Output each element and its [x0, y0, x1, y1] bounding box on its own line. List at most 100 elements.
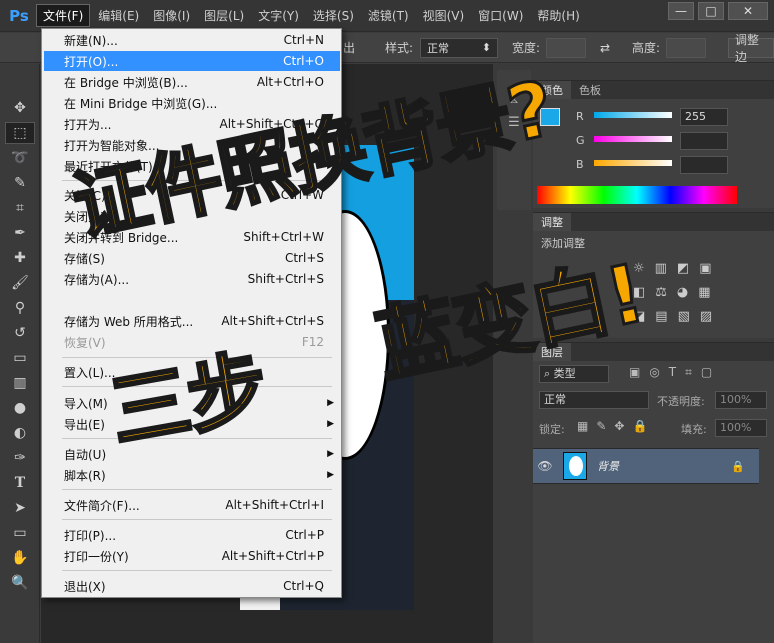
hand-tool-icon[interactable]: ✋ — [5, 547, 35, 569]
refine-edge-button[interactable]: 调整边 — [728, 33, 774, 64]
menu-item-save-for-web[interactable]: 存储为 Web 所用格式... Alt+Shift+Ctrl+S — [44, 311, 340, 331]
minimize-button[interactable]: — — [668, 2, 694, 20]
layer-thumbnail — [563, 452, 587, 480]
menu-item-shortcut: Shift+Ctrl+S — [247, 272, 324, 286]
menu-item-label: 新建(N)... — [64, 33, 118, 48]
brush-tool-icon[interactable]: 🖌 — [5, 272, 35, 294]
rectangle-tool-icon[interactable]: ▭ — [5, 522, 35, 544]
healing-brush-tool-icon[interactable]: ✚ — [5, 247, 35, 269]
lock-icon: 🔒 — [731, 459, 745, 473]
menu-item-file-info[interactable]: 文件简介(F)... Alt+Shift+Ctrl+I — [44, 495, 340, 515]
menu-type[interactable]: 文字(Y) — [252, 5, 305, 26]
menu-item-new[interactable]: 新建(N)... Ctrl+N — [44, 30, 340, 50]
menu-item-shortcut: Ctrl+Q — [283, 579, 324, 593]
layer-row-background[interactable]: 👁 背景 🔒 — [533, 448, 759, 484]
tools-panel: ✥ ⬚ ➰ ✎ ⌗ ✒ ✚ 🖌 ⚲ ↺ ▭ ▥ ● ◐ ✑ T ➤ ▭ ✋ 🔍 — [0, 64, 40, 643]
menu-item-label: 导出(E) — [64, 417, 105, 432]
menu-item-save-as[interactable]: 存储为(A)... Shift+Ctrl+S — [44, 269, 340, 289]
search-icon: ⌕ — [544, 367, 551, 380]
blend-mode-select[interactable]: 正常 — [539, 391, 649, 409]
menu-item-label: 自动(U) — [64, 447, 107, 462]
menu-item-shortcut: Alt+Shift+Ctrl+P — [221, 549, 324, 563]
color-spectrum-bar[interactable] — [537, 186, 737, 204]
height-input[interactable] — [666, 37, 706, 58]
menu-item-label: 打印一份(Y) — [64, 549, 129, 564]
menu-view[interactable]: 视图(V) — [417, 5, 471, 26]
fill-input[interactable]: 100% — [715, 419, 767, 437]
menu-item-label: 导入(M) — [64, 396, 108, 411]
layers-panel: 图层 ⌕ 类型 ▣◎T⌗▢ 正常 不透明度: 100% 锁定: ▦✎✥🔒 填充:… — [533, 342, 774, 643]
b-slider[interactable] — [594, 160, 672, 166]
menu-item-exit[interactable]: 退出(X) Ctrl+Q — [44, 576, 340, 596]
menu-item-label: 在 Bridge 中浏览(B)... — [64, 75, 188, 90]
layer-name: 背景 — [597, 460, 619, 473]
submenu-arrow-icon: ▶ — [327, 398, 334, 408]
r-value[interactable]: 255 — [680, 108, 728, 126]
menu-file[interactable]: 文件(F) — [36, 4, 91, 27]
marquee-tool-icon[interactable]: ⬚ — [5, 122, 35, 144]
b-value[interactable] — [680, 156, 728, 174]
close-button[interactable]: ✕ — [728, 2, 768, 20]
adjustment-icons-row-2[interactable]: ◧⚖◕▦ — [633, 285, 721, 300]
options-out-label: 出 — [343, 41, 356, 55]
path-select-tool-icon[interactable]: ➤ — [5, 497, 35, 519]
eye-icon[interactable]: 👁 — [533, 459, 557, 473]
pen-tool-icon[interactable]: ✑ — [5, 447, 35, 469]
type-tool-icon[interactable]: T — [5, 472, 35, 494]
dodge-tool-icon[interactable]: ◐ — [5, 422, 35, 444]
menu-item-label: 脚本(R) — [64, 468, 106, 483]
menu-separator — [62, 570, 332, 571]
eraser-tool-icon[interactable]: ▭ — [5, 347, 35, 369]
fill-label: 填充: — [681, 423, 707, 436]
crop-tool-icon[interactable]: ⌗ — [5, 197, 35, 219]
menu-item-browse-bridge[interactable]: 在 Bridge 中浏览(B)... Alt+Ctrl+O — [44, 72, 340, 92]
r-slider[interactable] — [594, 112, 672, 118]
opacity-label: 不透明度: — [657, 395, 705, 408]
lasso-tool-icon[interactable]: ➰ — [5, 147, 35, 169]
menu-edit[interactable]: 编辑(E) — [92, 5, 145, 26]
menu-item-label: 退出(X) — [64, 579, 106, 594]
menu-item-shortcut: Ctrl+N — [283, 33, 324, 47]
zoom-tool-icon[interactable]: 🔍 — [5, 572, 35, 594]
menu-item-print-one-copy[interactable]: 打印一份(Y) Alt+Shift+Ctrl+P — [44, 546, 340, 566]
menu-image[interactable]: 图像(I) — [147, 5, 196, 26]
swap-icon[interactable]: ⇄ — [600, 41, 610, 55]
layer-filter-select[interactable]: ⌕ 类型 — [539, 365, 609, 383]
layer-filter-value: 类型 — [553, 367, 576, 380]
menu-separator — [62, 519, 332, 520]
g-value[interactable] — [680, 132, 728, 150]
tab-swatches[interactable]: 色板 — [571, 81, 609, 99]
menu-item-shortcut: Ctrl+P — [285, 528, 324, 542]
g-label: G — [576, 134, 585, 147]
menu-help[interactable]: 帮助(H) — [531, 5, 585, 26]
menu-select[interactable]: 选择(S) — [307, 5, 360, 26]
history-brush-tool-icon[interactable]: ↺ — [5, 322, 35, 344]
menu-filter[interactable]: 滤镜(T) — [362, 5, 415, 26]
menu-item-label: 恢复(V) — [64, 335, 106, 350]
g-slider[interactable] — [594, 136, 672, 142]
gradient-tool-icon[interactable]: ▥ — [5, 372, 35, 394]
adjustment-icons-row-1[interactable]: ☼▥◩▣ — [633, 261, 722, 276]
menu-layer[interactable]: 图层(L) — [198, 5, 250, 26]
restore-button[interactable]: □ — [698, 2, 724, 20]
menu-item-print[interactable]: 打印(P)... Ctrl+P — [44, 525, 340, 545]
lock-label: 锁定: — [539, 423, 565, 436]
style-select[interactable]: 正常 ⬍ — [420, 37, 498, 58]
move-tool-icon[interactable]: ✥ — [5, 97, 35, 119]
eyedropper-tool-icon[interactable]: ✒ — [5, 222, 35, 244]
menu-window[interactable]: 窗口(W) — [472, 5, 529, 26]
r-label: R — [576, 110, 584, 123]
width-input[interactable] — [546, 37, 586, 58]
clone-stamp-tool-icon[interactable]: ⚲ — [5, 297, 35, 319]
b-label: B — [576, 158, 584, 171]
lock-icons[interactable]: ▦✎✥🔒 — [577, 419, 655, 433]
quick-select-tool-icon[interactable]: ✎ — [5, 172, 35, 194]
window-controls: — □ ✕ — [668, 2, 768, 20]
blur-tool-icon[interactable]: ● — [5, 397, 35, 419]
menu-item-scripts[interactable]: 脚本(R) ▶ — [44, 465, 340, 485]
menu-item-label: 在 Mini Bridge 中浏览(G)... — [64, 96, 218, 111]
tab-adjustments[interactable]: 调整 — [533, 213, 571, 231]
layer-filter-icons[interactable]: ▣◎T⌗▢ — [629, 365, 721, 380]
menu-item-open[interactable]: 打开(O)... Ctrl+O — [44, 51, 340, 71]
opacity-input[interactable]: 100% — [715, 391, 767, 409]
